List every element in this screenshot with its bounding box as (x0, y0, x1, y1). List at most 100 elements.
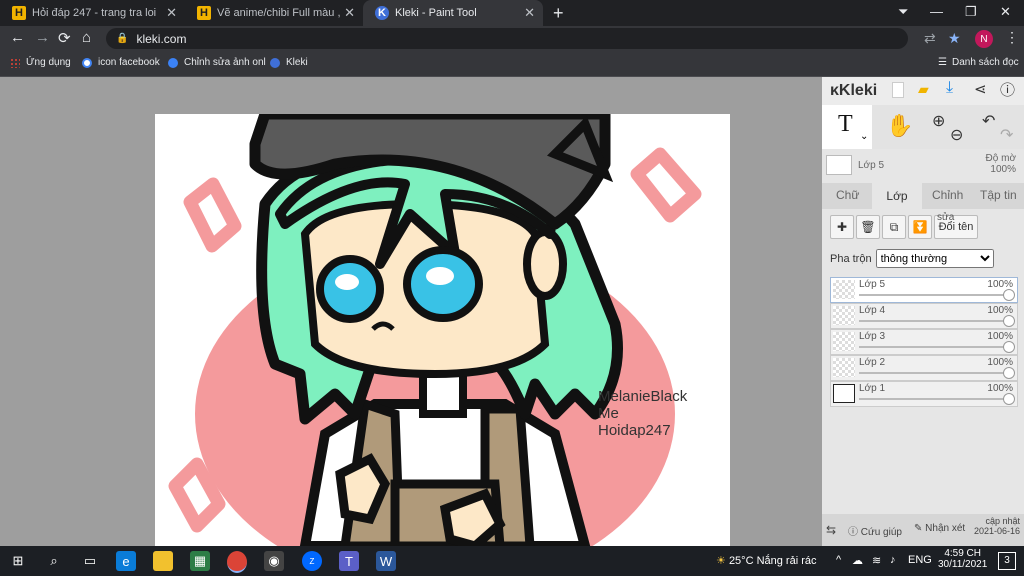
address-bar[interactable]: 🔒 kleki.com (106, 28, 908, 49)
slider-knob[interactable] (1003, 393, 1015, 405)
layer-item[interactable]: Lớp 1 100% (830, 381, 1018, 407)
swap-side-icon[interactable]: ⇆ (826, 523, 836, 537)
layer-item[interactable]: Lớp 4 100% (830, 303, 1018, 329)
ear (523, 228, 567, 300)
clock[interactable]: 4:59 CH 30/11/2021 (938, 548, 987, 570)
tab-chinh[interactable]: Chỉnh (932, 188, 963, 202)
layer-item[interactable]: Lớp 5 100% (830, 277, 1018, 303)
store-icon[interactable]: ▦ (190, 551, 210, 571)
tab-close-icon[interactable]: ✕ (166, 5, 177, 21)
layer-opacity-slider[interactable] (859, 398, 1007, 400)
chrome-icon[interactable] (227, 551, 247, 573)
minimize-icon[interactable]: — (930, 4, 943, 19)
opacity-value: 100% (990, 164, 1016, 175)
tool-row: T ⌄ ✋ ⊕ ⊖ ↶ ↷ (822, 105, 1024, 149)
blend-mode-select[interactable]: thông thường (875, 249, 994, 268)
url-text: kleki.com (136, 31, 187, 46)
download-icon[interactable]: ⤓ (946, 79, 953, 97)
reading-list[interactable]: ☰ Danh sách đọc (938, 57, 1019, 68)
profile-avatar[interactable]: N (975, 30, 993, 48)
volume-icon[interactable]: ♪ (890, 554, 896, 566)
delete-layer-button[interactable]: 🗑 (856, 215, 880, 239)
canvas-workspace[interactable]: MelanieBlack Me Hoidap247 (0, 77, 822, 546)
reload-icon[interactable]: ⟳ (58, 29, 71, 47)
new-image-icon[interactable] (892, 82, 904, 98)
layer-opacity-slider[interactable] (859, 372, 1007, 374)
zalo-icon[interactable]: Z (302, 551, 322, 571)
blend-mode-row: Pha trộn thông thường (830, 249, 994, 268)
word-icon[interactable]: W (376, 551, 396, 571)
tab-title: Hỏi đáp 247 - trang tra loi (32, 7, 157, 19)
tab-tap-tin[interactable]: Tập tin (980, 188, 1017, 202)
undo-icon[interactable]: ↶ (982, 111, 995, 131)
tab-chu[interactable]: Chữ (836, 188, 859, 202)
slider-knob[interactable] (1003, 289, 1015, 301)
update-info[interactable]: cập nhật 2021-06-16 (974, 516, 1020, 536)
bookmark-apps[interactable]: Ứng dụng (10, 57, 71, 68)
duplicate-layer-button[interactable]: ⧉ (882, 215, 906, 239)
sparkle-shape (183, 177, 242, 253)
restore-icon[interactable]: ❐ (965, 4, 977, 20)
zoom-out-icon[interactable]: ⊖ (950, 125, 963, 145)
tab-close-icon[interactable]: ✕ (524, 5, 535, 21)
zoom-in-icon[interactable]: ⊕ (932, 111, 945, 131)
edge-icon[interactable]: e (116, 551, 136, 571)
tab-hoidap247[interactable]: H Hỏi đáp 247 - trang tra loi ✕ (0, 0, 185, 26)
windows-start-icon[interactable]: ⊞ (8, 551, 28, 571)
drawing-canvas[interactable]: MelanieBlack Me Hoidap247 (155, 114, 730, 546)
feedback-button[interactable]: ✎ Nhận xét (914, 523, 965, 534)
new-tab-button[interactable]: + (553, 3, 564, 24)
lock-icon[interactable]: 🔒 (116, 33, 128, 44)
browser-menu-icon[interactable]: ⋮ (1005, 29, 1019, 46)
help-circle-icon[interactable]: ⓘ (1000, 79, 1015, 100)
layer-opacity-slider[interactable] (859, 346, 1007, 348)
layer-item[interactable]: Lớp 3 100% (830, 329, 1018, 355)
tab-kleki[interactable]: K Kleki - Paint Tool ✕ (363, 0, 543, 26)
slider-knob[interactable] (1003, 341, 1015, 353)
task-view-icon[interactable]: ▭ (80, 551, 100, 571)
tray-expand-icon[interactable]: ^ (836, 554, 841, 566)
cloud-icon[interactable]: ☁ (852, 554, 863, 567)
bookmark-photo-editor[interactable]: Chỉnh sửa ảnh onl (168, 57, 266, 68)
notification-icon[interactable]: 3 (998, 552, 1016, 570)
layer-item[interactable]: Lớp 2 100% (830, 355, 1018, 381)
tab-search-icon[interactable]: ⏷ (898, 4, 908, 20)
share-icon[interactable]: ⋖ (974, 80, 987, 98)
tab-close-icon[interactable]: ✕ (344, 5, 355, 21)
hand-tool-icon[interactable]: ✋ (886, 113, 913, 139)
search-icon[interactable]: ⌕ (44, 551, 64, 571)
file-explorer-icon[interactable] (153, 551, 173, 571)
merge-layer-button[interactable]: ⏬ (908, 215, 932, 239)
current-layer-bar: Lớp 5 Độ mờ 100% (822, 149, 1024, 183)
teams-icon[interactable]: T (339, 551, 359, 571)
bookmark-icon-facebook[interactable]: icon facebook (82, 57, 160, 68)
rename-layer-button[interactable]: sửa Đổi tên (934, 212, 978, 239)
weather-widget[interactable]: ☀ 25°C Nắng rải rác (716, 554, 817, 567)
slider-knob[interactable] (1003, 367, 1015, 379)
help-button[interactable]: ⓘ Cứu giúp (848, 523, 902, 538)
add-layer-button[interactable]: ✚ (830, 215, 854, 239)
text-tool[interactable]: T ⌄ (822, 105, 872, 149)
layer-opacity-slider[interactable] (859, 320, 1007, 322)
redo-icon[interactable]: ↷ (1000, 125, 1013, 145)
chevron-down-icon[interactable]: ⌄ (860, 131, 868, 142)
tab-lop[interactable]: Lớp (872, 183, 922, 209)
wifi-icon[interactable]: ≋ (872, 554, 881, 567)
kleki-icon (270, 57, 280, 68)
blend-label: Pha trộn (830, 252, 872, 265)
layer-opacity-slider[interactable] (859, 294, 1007, 296)
home-icon[interactable]: ⌂ (82, 29, 91, 46)
save-folder-icon[interactable]: ▰ (918, 81, 929, 98)
language-indicator[interactable]: ENG (908, 554, 932, 566)
translate-icon[interactable]: ⇄ (924, 30, 936, 47)
layer-thumbnail (833, 332, 855, 351)
bookmark-star-icon[interactable]: ★ (948, 30, 961, 47)
weather-text: 25°C Nắng rải rác (728, 555, 817, 567)
close-window-icon[interactable]: ✕ (1000, 4, 1011, 20)
slider-knob[interactable] (1003, 315, 1015, 327)
forward-icon[interactable]: → (35, 29, 50, 46)
tab-ve-anime[interactable]: H Vẽ anime/chibi Full màu , tradi /c ✕ (185, 0, 363, 26)
camera-icon[interactable]: ◉ (264, 551, 284, 571)
back-icon[interactable]: ← (10, 29, 25, 46)
bookmark-kleki[interactable]: Kleki (270, 57, 308, 68)
